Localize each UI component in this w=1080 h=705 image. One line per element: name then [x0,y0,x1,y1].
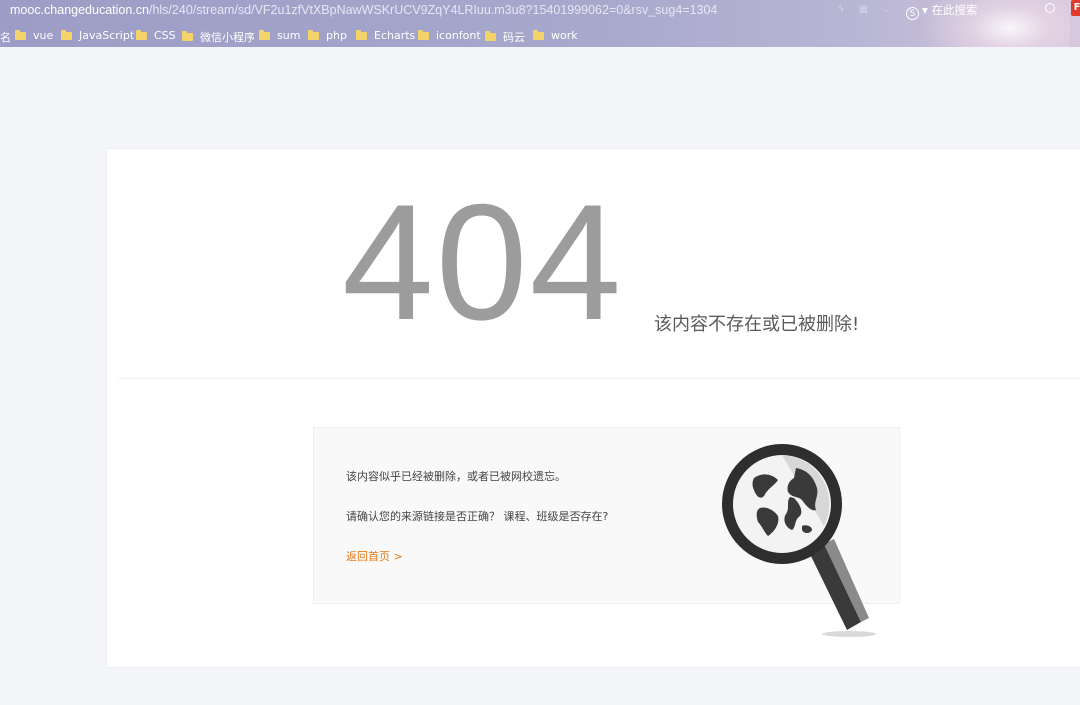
bookmark-iconfont[interactable]: iconfont [418,29,481,42]
folder-icon [485,31,496,41]
hint-line-deleted: 该内容似乎已经被删除，或者已被网校遗忘。 [346,470,566,483]
search-icon[interactable] [1045,3,1055,13]
bookmark-label: 码云 [503,31,525,44]
grid-icon[interactable]: ▦ [859,4,868,15]
bookmark-javascript[interactable]: JavaScript [61,29,134,42]
extension-icon[interactable]: F [1071,0,1080,16]
folder-icon [259,29,270,40]
browser-chrome: mooc.changeducation.cn/hls/240/stream/sd… [0,0,1080,47]
bookmark-label: Echarts [374,29,416,42]
back-home-link[interactable]: 返回首页 > [346,548,403,564]
bookmark-css[interactable]: CSS [136,29,176,42]
chevron-down-icon[interactable]: ⌵ [882,4,890,15]
bookmark-label: CSS [154,29,176,42]
bookmarks-bar: 名 vue JavaScript CSS 微信小程序 sum php Echar… [0,27,1080,45]
folder-icon [182,31,193,41]
magnifier-globe-icon [722,444,876,637]
error-message: 该内容不存在或已被删除! [654,314,860,335]
url-path: /hls/240/stream/sd/VF2u1zfVtXBpNawWSKrUC… [148,3,718,17]
bookmark-edge-label[interactable]: 名 [0,29,11,45]
error-code: 404 [342,170,624,354]
url-text[interactable]: mooc.changeducation.cn/hls/240/stream/sd… [10,3,717,17]
folder-icon [61,29,72,40]
folder-icon [136,29,147,40]
divider [118,378,1080,379]
url-domain: mooc.changeducation.cn [10,3,149,17]
search-box[interactable]: S ▾ 在此搜索 [906,2,977,20]
bookmark-php[interactable]: php [308,29,347,42]
bookmark-label: work [551,29,578,42]
address-bar-icons: ϟ ▦ ⌵ [838,4,904,15]
folder-icon [15,29,26,40]
bookmark-label: vue [33,29,54,42]
bookmark-label: JavaScript [79,29,135,42]
bookmark-echarts[interactable]: Echarts [356,29,415,42]
folder-icon [533,29,544,40]
lightning-icon[interactable]: ϟ [838,4,845,15]
bookmark-label: iconfont [436,29,481,42]
bookmark-vue[interactable]: vue [15,29,53,42]
bookmark-label: 微信小程序 [200,31,255,44]
bookmark-wechat-miniprogram[interactable]: 微信小程序 [182,29,255,45]
bookmark-sum[interactable]: sum [259,29,300,42]
bookmark-work[interactable]: work [533,29,578,42]
folder-icon [418,29,429,40]
bookmark-mayun[interactable]: 码云 [485,29,525,45]
search-engine-logo-icon[interactable]: S [906,7,919,20]
bookmark-label: php [326,29,347,42]
bookmark-label: sum [277,29,301,42]
hint-line-check-link: 请确认您的来源链接是否正确？ 课程、班级是否存在? [346,510,609,523]
folder-icon [308,29,319,40]
search-placeholder: 在此搜索 [931,3,978,17]
address-bar[interactable]: mooc.changeducation.cn/hls/240/stream/sd… [0,0,1080,22]
folder-icon [356,29,367,40]
